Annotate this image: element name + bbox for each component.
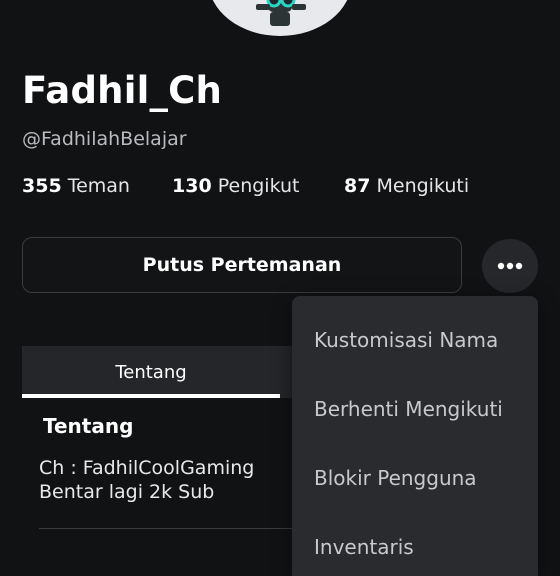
tab-active-indicator <box>22 394 280 398</box>
about-section-title: Tentang <box>43 414 134 438</box>
more-options-button[interactable] <box>482 239 538 293</box>
menu-item-customize-name[interactable]: Kustomisasi Nama <box>314 320 498 360</box>
unfriend-button[interactable]: Putus Pertemanan <box>22 237 462 293</box>
avatar-character-icon <box>256 0 306 26</box>
following-label: Mengikuti <box>376 175 470 197</box>
menu-item-inventory[interactable]: Inventaris <box>314 527 414 567</box>
display-name: Fadhil_Ch <box>22 69 223 112</box>
friends-label: Teman <box>67 175 130 197</box>
followers-stat[interactable]: 130 Pengikut <box>172 172 299 200</box>
username-handle: @FadhilahBelajar <box>22 128 187 150</box>
divider <box>39 528 292 529</box>
following-count: 87 <box>344 175 371 197</box>
tab-about[interactable]: Tentang <box>22 346 280 398</box>
avatar[interactable] <box>208 0 352 36</box>
about-description: Ch : FadhilCoolGaming Bentar lagi 2k Sub <box>39 456 254 504</box>
followers-count: 130 <box>172 175 212 197</box>
menu-item-unfollow[interactable]: Berhenti Mengikuti <box>314 389 503 429</box>
followers-label: Pengikut <box>217 175 300 197</box>
more-options-menu: Kustomisasi Nama Berhenti Mengikuti Blok… <box>292 296 538 576</box>
friends-count: 355 <box>22 175 62 197</box>
about-line-1: Ch : FadhilCoolGaming <box>39 457 255 479</box>
following-stat[interactable]: 87 Mengikuti <box>344 172 469 200</box>
ellipsis-icon <box>497 262 523 270</box>
menu-item-block-user[interactable]: Blokir Pengguna <box>314 458 477 498</box>
profile-tabs: Tentang <box>22 346 292 398</box>
friends-stat[interactable]: 355 Teman <box>22 172 130 200</box>
about-line-2: Bentar lagi 2k Sub <box>39 481 215 503</box>
